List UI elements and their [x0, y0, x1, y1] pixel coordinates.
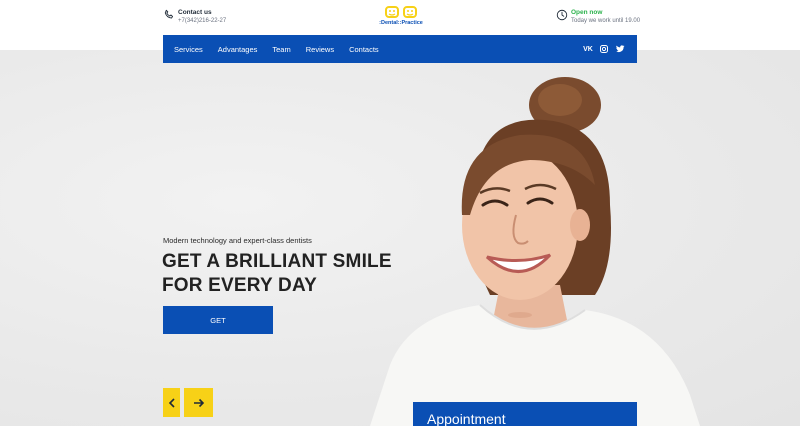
- appointment-panel[interactable]: Appointment: [413, 402, 637, 426]
- twitter-icon[interactable]: [615, 44, 625, 54]
- open-now-label: Open now: [571, 9, 603, 16]
- hero-section: Modern technology and expert-class denti…: [0, 50, 800, 426]
- nav-item-team[interactable]: Team: [272, 45, 290, 54]
- contact-block[interactable]: Contact us +7(342)216-22-27: [163, 8, 226, 26]
- logo[interactable]: :Dental::Practice: [378, 5, 424, 31]
- contact-title: Contact us: [178, 9, 212, 16]
- nav-item-advantages[interactable]: Advantages: [218, 45, 258, 54]
- slider-prev-button[interactable]: [163, 388, 180, 417]
- instagram-icon[interactable]: [599, 44, 609, 54]
- get-button[interactable]: GET: [163, 306, 273, 334]
- appointment-title: Appointment: [427, 411, 506, 426]
- tooth-logo-icon: [385, 6, 417, 18]
- headline-line-1: GET A BRILLIANT SMILE: [162, 251, 392, 272]
- hours-text: Today we work until 19.00: [571, 18, 641, 24]
- headline-line-2: FOR EVERY DAY: [162, 275, 317, 296]
- phone-icon: [164, 9, 173, 19]
- smiling-woman-photo: [370, 77, 700, 426]
- social-links: VK: [583, 44, 625, 54]
- main-nav: Services Advantages Team Reviews Contact…: [163, 35, 637, 63]
- nav-item-reviews[interactable]: Reviews: [306, 45, 334, 54]
- hours-block: Open now Today we work until 19.00: [556, 8, 640, 26]
- slider-next-button[interactable]: [184, 388, 213, 417]
- logo-text: :Dental::Practice: [379, 20, 423, 26]
- hero-tagline: Modern technology and expert-class denti…: [163, 236, 312, 245]
- vk-icon[interactable]: VK: [583, 44, 593, 54]
- arrow-right-icon: [193, 398, 204, 407]
- hero-headline: GET A BRILLIANT SMILE FOR EVERY DAY: [162, 250, 392, 298]
- nav-item-contacts[interactable]: Contacts: [349, 45, 379, 54]
- contact-phone[interactable]: +7(342)216-22-27: [178, 17, 226, 26]
- clock-icon: [556, 9, 568, 21]
- chevron-left-icon: [168, 397, 175, 408]
- nav-item-services[interactable]: Services: [174, 45, 203, 54]
